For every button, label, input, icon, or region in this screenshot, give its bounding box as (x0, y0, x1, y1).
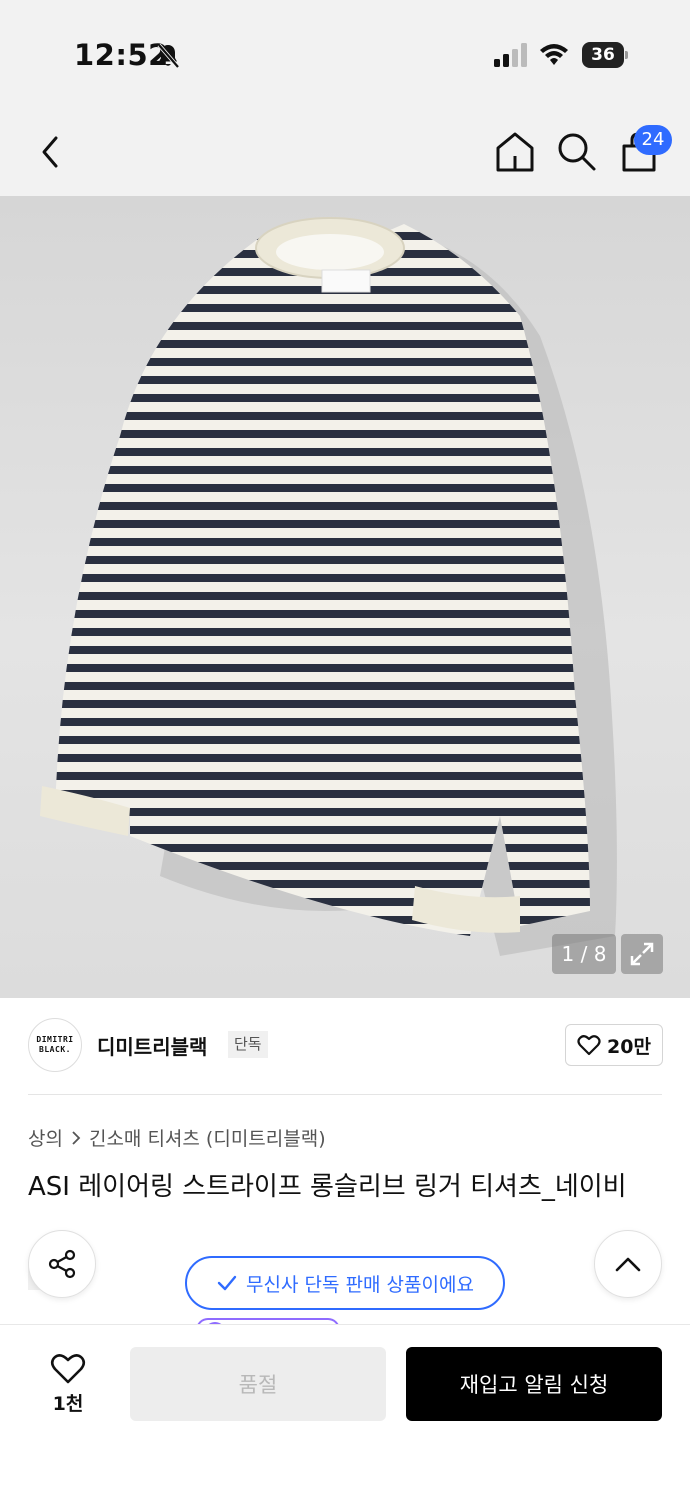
breadcrumb-subcategory[interactable]: 긴소매 티셔츠 (디미트리블랙) (89, 1124, 326, 1151)
brand-like-button[interactable]: 20만 (565, 1024, 663, 1066)
brand-logo-line-1: DIMITRI (36, 1035, 74, 1044)
restock-alert-button[interactable]: 재입고 알림 신청 (406, 1347, 662, 1421)
image-counter: 1 / 8 (552, 934, 616, 974)
signal-icon (494, 43, 527, 67)
status-time: 12:52 (74, 38, 169, 72)
product-image[interactable] (0, 196, 690, 998)
exclusive-tag: 단독 (228, 1031, 268, 1058)
home-button[interactable] (494, 130, 536, 174)
chevron-up-icon (615, 1257, 641, 1272)
battery-indicator: 36 (582, 42, 628, 68)
wishlist-count: 1천 (52, 1392, 84, 1415)
brand-like-count: 20만 (607, 1035, 651, 1058)
breadcrumb: 상의 긴소매 티셔츠 (디미트리블랙) (28, 1124, 326, 1151)
bottom-action-bar: 1천 품절 재입고 알림 신청 (0, 1324, 690, 1500)
striped-tshirt-illustration (40, 217, 617, 956)
check-icon (217, 1275, 237, 1291)
status-bar: 12:52 36 (0, 0, 690, 110)
product-title: ASI 레이어링 스트라이프 롱슬리브 링거 티셔츠_네이비 (28, 1172, 627, 1202)
brand-logo[interactable]: DIMITRI BLACK. (28, 1018, 82, 1072)
battery-tip (625, 51, 628, 59)
chevron-right-icon (72, 1130, 81, 1145)
expand-image-button[interactable] (621, 934, 663, 974)
cart-count-badge: 24 (634, 125, 672, 155)
expand-icon (630, 942, 654, 966)
wishlist-button[interactable]: 1천 (30, 1349, 106, 1419)
home-icon (496, 132, 534, 172)
brand-row: DIMITRI BLACK. 디미트리블랙 단독 20만 (0, 998, 690, 1094)
section-divider (28, 1094, 662, 1095)
exclusive-notice-pill: 무신사 단독 판매 상품이에요 (185, 1256, 505, 1310)
soldout-button[interactable]: 품절 (130, 1347, 386, 1421)
search-button[interactable] (556, 130, 598, 174)
exclusive-notice-text: 무신사 단독 판매 상품이에요 (246, 1273, 474, 1296)
wifi-icon (540, 44, 568, 65)
breadcrumb-category[interactable]: 상의 (28, 1124, 63, 1151)
brand-name[interactable]: 디미트리블랙 (97, 1031, 207, 1060)
back-button[interactable] (30, 128, 70, 176)
heart-icon (50, 1353, 86, 1383)
share-icon (48, 1249, 76, 1279)
heart-icon (577, 1035, 601, 1056)
bell-slash-icon (157, 43, 180, 69)
scroll-top-button[interactable] (594, 1230, 662, 1298)
brand-logo-line-2: BLACK. (39, 1045, 71, 1054)
battery-level: 36 (582, 42, 624, 68)
chevron-left-icon (42, 136, 58, 168)
top-navigation (0, 110, 690, 196)
search-icon (558, 133, 596, 171)
share-button[interactable] (28, 1230, 96, 1298)
